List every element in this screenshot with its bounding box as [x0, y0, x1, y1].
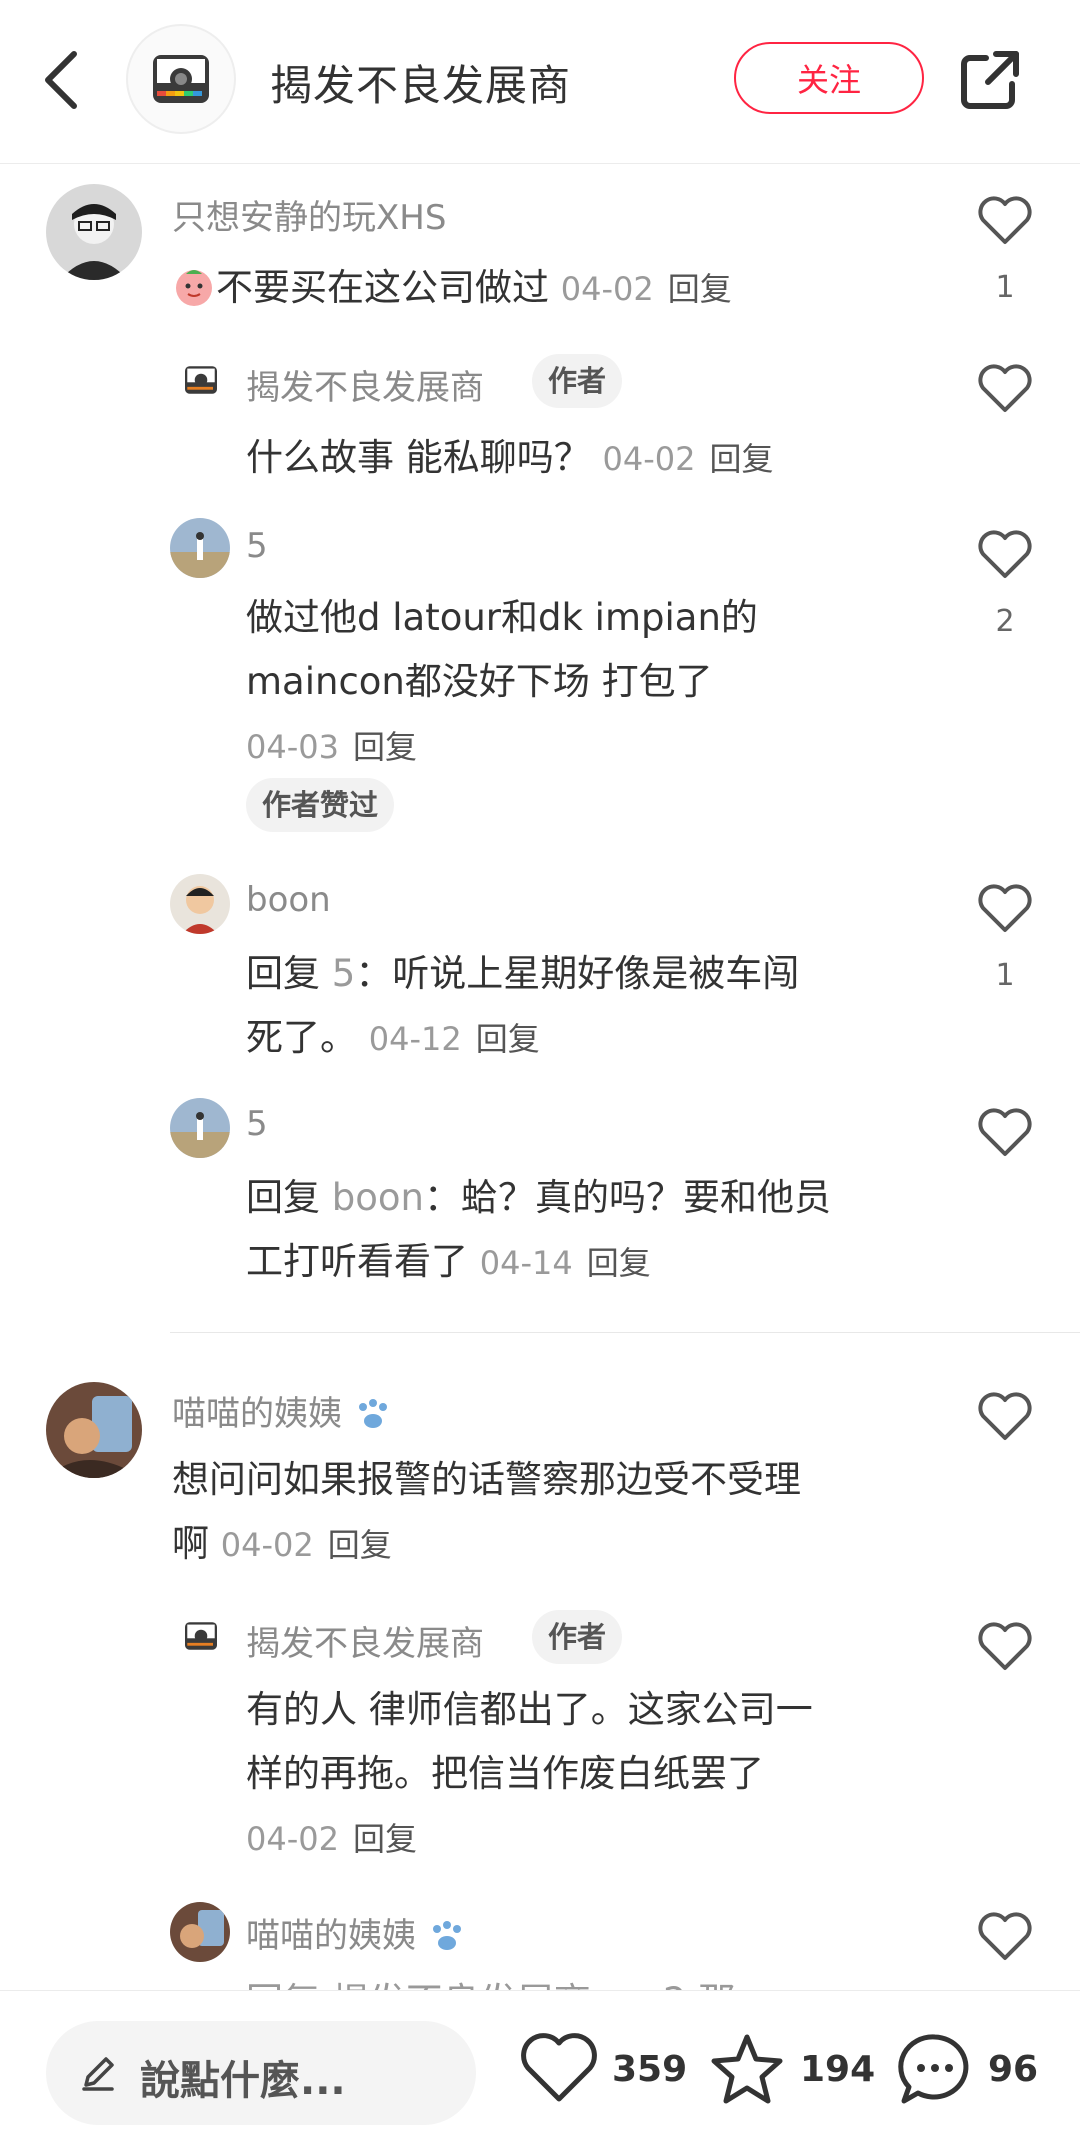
divider	[170, 1332, 1080, 1333]
camera-logo-icon	[153, 55, 209, 103]
reply-text: 有的人 律师信都出了。这家公司一 样的再拖。把信当作废白纸罢了 04-02 回复	[246, 1688, 813, 1858]
reply-target[interactable]: 5	[332, 952, 356, 995]
like-count: 2	[995, 604, 1015, 639]
comment-input[interactable]: 說點什麼...	[46, 2021, 476, 2125]
heart-icon	[978, 364, 1032, 412]
comment-total: 96	[988, 2049, 1039, 2090]
like-button[interactable]	[977, 196, 1033, 246]
author-tag: 作者	[532, 354, 623, 408]
emoji-icon	[172, 264, 216, 308]
reply-button[interactable]: 回复	[353, 728, 417, 766]
reply-username[interactable]: 揭发不良发展商	[246, 1616, 484, 1665]
reply-username[interactable]: boon	[246, 880, 331, 920]
reply-button[interactable]: 回复	[587, 1244, 651, 1282]
author-avatar[interactable]	[126, 24, 236, 134]
heart-icon	[978, 1392, 1032, 1440]
follow-button[interactable]: 关注	[734, 42, 924, 114]
comment-username[interactable]: 只想安静的玩XHS	[172, 190, 446, 239]
bottom-bar: 說點什麼... 359 194 96	[0, 1990, 1080, 2155]
collect-total: 194	[800, 2049, 876, 2090]
reply-username[interactable]: 喵喵的姨姨	[246, 1908, 467, 1957]
comment-input-placeholder: 說點什麼...	[140, 2058, 346, 2104]
reply-button[interactable]: 回复	[476, 1020, 540, 1058]
like-total: 359	[612, 2049, 688, 2090]
user-avatar[interactable]	[170, 874, 230, 934]
page-title: 揭发不良发展商	[270, 61, 572, 110]
reply-text: 回复 boon：蛤？真的吗？要和他员 工打听看看了 04-14 回复	[246, 1176, 831, 1283]
pencil-icon	[82, 2057, 114, 2091]
heart-icon	[978, 1622, 1032, 1670]
author-avatar-small[interactable]	[182, 364, 220, 396]
like-button[interactable]	[977, 1108, 1033, 1158]
reply-username[interactable]: 揭发不良发展商	[246, 360, 484, 409]
reply-text: 什么故事 能私聊吗？ 04-02 回复	[246, 436, 774, 479]
like-button[interactable]	[977, 1622, 1033, 1672]
heart-icon	[978, 196, 1032, 244]
back-button[interactable]	[38, 48, 88, 112]
reply-username[interactable]: 5	[246, 526, 268, 566]
reply-target[interactable]: boon	[332, 1176, 424, 1219]
heart-icon	[978, 1912, 1032, 1960]
heart-icon[interactable]	[520, 2033, 598, 2105]
reply-button[interactable]: 回复	[328, 1526, 392, 1564]
user-avatar[interactable]	[170, 518, 230, 578]
comment-text: 不要买在这公司做过 04-02 回复	[172, 256, 932, 321]
like-button[interactable]	[977, 1392, 1033, 1442]
reply-button[interactable]: 回复	[353, 1820, 417, 1858]
share-icon	[961, 51, 1019, 109]
reply-text: 做过他d latour和dk impian的 maincon都没好下场 打包了 …	[246, 596, 758, 766]
user-avatar[interactable]	[46, 1382, 142, 1478]
reply-username[interactable]: 5	[246, 1104, 268, 1144]
header: 揭发不良发展商 关注	[0, 0, 1080, 164]
reply-date: 04-02	[602, 440, 696, 478]
back-arrow-icon	[45, 51, 77, 109]
user-avatar[interactable]	[46, 184, 142, 280]
reply-date: 04-02	[246, 1820, 339, 1858]
like-button[interactable]	[977, 364, 1033, 414]
like-count: 1	[995, 270, 1015, 305]
like-button[interactable]	[977, 530, 1033, 580]
reply-date: 04-03	[246, 728, 339, 766]
like-button[interactable]	[977, 1912, 1033, 1962]
like-count: 1	[995, 958, 1015, 993]
comment-date: 04-02	[560, 270, 654, 308]
comment-list: 只想安静的玩XHS 不要买在这公司做过 04-02 回复 1 揭发不良发展商 作者…	[0, 164, 1080, 1990]
heart-icon	[978, 530, 1032, 578]
reply-date: 04-12	[368, 1020, 462, 1058]
reply-date: 04-14	[479, 1244, 573, 1282]
reply-text: 回复 揭发不良发展商：...2 那	[246, 1970, 946, 1990]
user-avatar[interactable]	[170, 1902, 230, 1962]
comment-username[interactable]: 喵喵的姨姨	[172, 1386, 393, 1435]
star-icon[interactable]	[708, 2031, 786, 2107]
heart-icon	[978, 884, 1032, 932]
reply-button[interactable]: 回复	[710, 440, 774, 478]
author-liked-badge: 作者赞过	[246, 778, 395, 832]
paw-icon	[353, 1397, 393, 1431]
comment-date: 04-02	[220, 1526, 314, 1564]
reply-text: 回复 5：听说上星期好像是被车闯 死了。 04-12 回复	[246, 952, 800, 1059]
author-avatar-small[interactable]	[182, 1620, 220, 1652]
share-button[interactable]	[958, 48, 1022, 112]
heart-icon	[978, 1108, 1032, 1156]
comment-text: 想问问如果报警的话警察那边受不受理 啊 04-02 回复	[172, 1458, 801, 1565]
paw-icon	[427, 1919, 467, 1953]
author-tag: 作者	[532, 1610, 623, 1664]
chat-icon[interactable]	[896, 2031, 974, 2107]
like-button[interactable]	[977, 884, 1033, 934]
user-avatar[interactable]	[170, 1098, 230, 1158]
reply-button[interactable]: 回复	[668, 270, 732, 308]
